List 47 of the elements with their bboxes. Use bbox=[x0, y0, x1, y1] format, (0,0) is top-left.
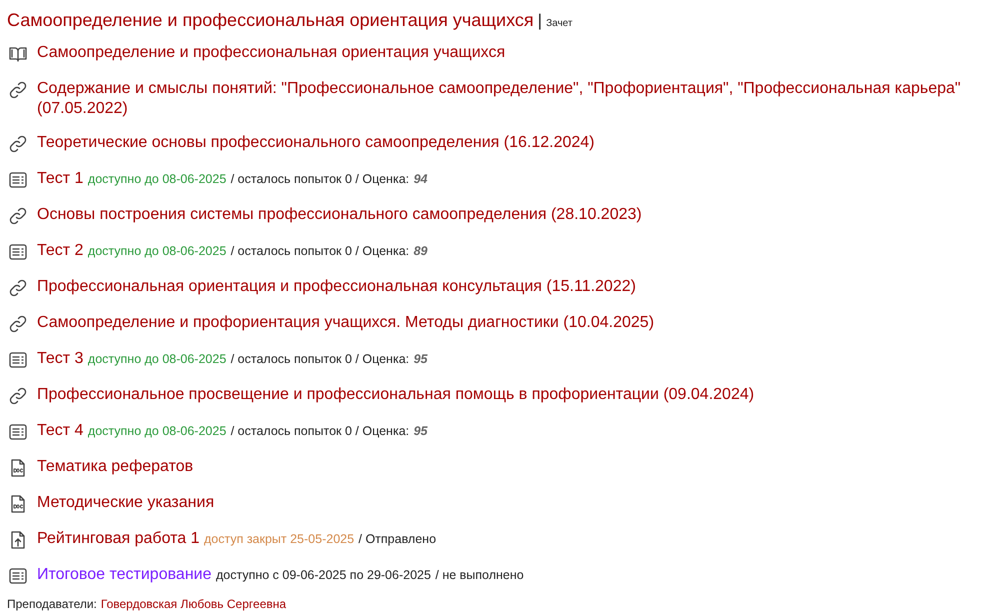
status-text: / осталось попыток 0 / Оценка: bbox=[230, 172, 410, 186]
material-link[interactable]: Самоопределение и профессиональная ориентация учащихся bbox=[37, 43, 986, 63]
grade-value: 95 bbox=[414, 352, 428, 366]
link-icon bbox=[8, 386, 28, 406]
material-link[interactable]: Основы построения системы профессионального самоопределения (28.10.2023) bbox=[37, 205, 986, 225]
material-link[interactable]: Тест 3 bbox=[37, 350, 84, 367]
separator: | bbox=[538, 11, 542, 31]
material-link[interactable]: Тест 2 bbox=[37, 242, 84, 259]
course-title: Самоопределение и профессиональная ориентация учащихся bbox=[7, 10, 534, 31]
availability-text: доступ закрыт 25-05-2025 bbox=[204, 532, 354, 546]
material-link[interactable]: Теоретические основы профессионального самоопределения (16.12.2024) bbox=[37, 133, 986, 153]
material-link[interactable]: Профессиональная ориентация и профессиональная консультация (15.11.2022) bbox=[37, 277, 986, 297]
availability-text: доступно до 08-06-2025 bbox=[88, 172, 226, 186]
material-link[interactable]: Самоопределение и профориентация учащихся. Методы диагностики (10.04.2025) bbox=[37, 313, 986, 333]
status-text: / осталось попыток 0 / Оценка: bbox=[230, 244, 410, 258]
link-icon bbox=[8, 134, 28, 154]
checklist-icon bbox=[8, 170, 28, 190]
status-text: / осталось попыток 0 / Оценка: bbox=[230, 424, 410, 438]
checklist-icon bbox=[8, 242, 28, 262]
grade-value: 89 bbox=[414, 244, 428, 258]
link-icon bbox=[8, 278, 28, 298]
link-icon bbox=[8, 80, 28, 100]
availability-text: доступно до 08-06-2025 bbox=[88, 424, 226, 438]
material-link[interactable]: Тест 1 bbox=[37, 170, 84, 187]
status-text: / осталось попыток 0 / Оценка: bbox=[230, 352, 410, 366]
availability-text: доступно до 08-06-2025 bbox=[88, 244, 226, 258]
grade-value: 94 bbox=[414, 172, 428, 186]
availability-text: доступно с 09-06-2025 по 29-06-2025 bbox=[216, 568, 431, 582]
link-icon bbox=[8, 314, 28, 334]
material-link[interactable]: Тематика рефератов bbox=[37, 457, 986, 477]
material-link[interactable]: Тест 4 bbox=[37, 422, 84, 439]
material-link[interactable]: Итоговое тестирование bbox=[37, 566, 212, 583]
status-text: / Отправлено bbox=[358, 532, 436, 546]
material-link[interactable]: Профессиональное просвещение и профессиональная помощь в профориентации (09.04.2024) bbox=[37, 385, 986, 405]
material-link[interactable]: Методические указания bbox=[37, 493, 986, 513]
teachers-label: Преподаватели: bbox=[7, 597, 97, 611]
grade-value: 95 bbox=[414, 424, 428, 438]
teacher-link[interactable]: Говердовская Любовь Сергеевна bbox=[100, 597, 286, 611]
material-link[interactable]: Содержание и смыслы понятий: "Профессиональное самоопределение", "Профориентация", "Профессиональная карьера" (07.05.2022) bbox=[37, 79, 986, 119]
material-link[interactable]: Рейтинговая работа 1 bbox=[37, 530, 200, 547]
checklist-icon bbox=[8, 422, 28, 442]
checklist-icon bbox=[8, 566, 28, 586]
checklist-icon bbox=[8, 350, 28, 370]
assessment-type: Зачет bbox=[546, 18, 572, 29]
availability-text: доступно до 08-06-2025 bbox=[88, 352, 226, 366]
status-text: / не выполнено bbox=[435, 568, 524, 582]
link-icon bbox=[8, 206, 28, 226]
